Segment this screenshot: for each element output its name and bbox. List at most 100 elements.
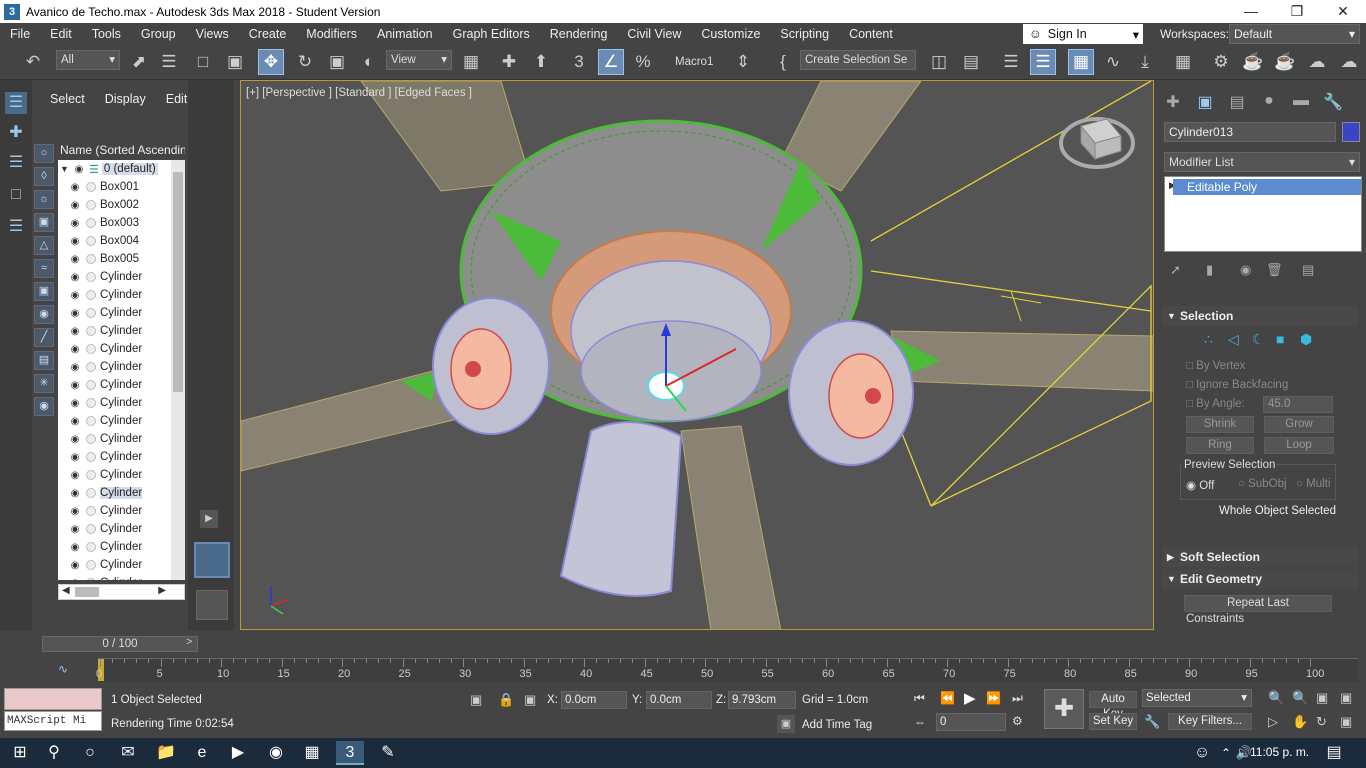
scene-tree-row[interactable]: ◉ Cylinder [58,556,185,574]
menu-views[interactable]: Views [186,23,239,45]
object-render-icon[interactable] [86,200,96,210]
menu-content[interactable]: Content [839,23,903,45]
zoom-extents-all-icon[interactable]: ▣ [1340,690,1352,706]
scene-tree-row[interactable]: ◉ Cylinder [58,268,185,286]
auto-key-button[interactable]: Auto Key [1089,691,1137,720]
modifier-list-dropdown[interactable]: Modifier List ▾ [1164,152,1360,172]
object-render-icon[interactable] [86,560,96,570]
scene-tree-row[interactable]: ◉ Cylinder [58,430,185,448]
rectangular-region-icon[interactable]: □ [190,49,216,75]
cortana-icon[interactable]: ○ [76,741,104,765]
next-key-icon[interactable]: ⏩ [986,691,1001,705]
object-render-icon[interactable] [86,470,96,480]
timeline-track[interactable]: 0 5 10 15 20 25 30 35 40 45 50 55 60 65 70 75 80 85 90 95 10… [96,658,1358,682]
select-manipulate-icon[interactable]: ✚ [496,49,522,75]
object-render-icon[interactable] [86,362,96,372]
loop-button[interactable]: Loop [1264,437,1334,454]
eye-icon[interactable]: ◉ [68,434,82,445]
particles-filter-icon[interactable]: ✳ [34,374,54,393]
groups-filter-icon[interactable]: ▣ [34,282,54,301]
play-icon[interactable]: ▶ [964,689,976,707]
scene-explorer-icon[interactable]: ☰ [5,92,27,114]
x-coordinate-field[interactable]: 0.0cm [561,691,627,709]
eye-icon[interactable]: ◉ [68,470,82,481]
object-render-icon[interactable] [86,542,96,552]
scene-tree-row[interactable]: ◉ Cylinder [58,466,185,484]
move-icon[interactable]: ✥ [258,49,284,75]
object-color-swatch[interactable] [1342,122,1360,142]
named-selection-dropdown[interactable]: Create Selection Se [800,50,916,70]
element-mode-icon[interactable]: ⬢ [1300,331,1312,348]
clock[interactable]: 11:05 p. m. [1250,745,1309,759]
object-render-icon[interactable] [86,380,96,390]
viewport-layout-tab-2[interactable] [196,590,228,620]
set-keys-big-button[interactable]: ✚ [1044,689,1084,729]
eye-icon[interactable]: ◉ [68,254,82,265]
select-object-icon[interactable]: ⬈ [126,49,152,75]
object-render-icon[interactable] [86,218,96,228]
edit-named-selection-icon[interactable]: { [770,49,796,75]
workspaces-dropdown[interactable]: Default ▾ [1229,24,1360,44]
tab-select[interactable]: Select [50,92,85,106]
menu-tools[interactable]: Tools [82,23,131,45]
preview-subobj-radio[interactable]: ○ SubObj [1238,478,1287,490]
spacewarps-filter-icon[interactable]: ≈ [34,259,54,278]
menu-civil-view[interactable]: Civil View [617,23,691,45]
scene-tree-row[interactable]: ◉ Cylinder [58,340,185,358]
selection-filter-dropdown[interactable]: All ▾ [56,50,120,70]
geometry-filter-icon[interactable]: ○ [34,144,54,163]
make-unique-icon[interactable]: ◉ [1240,262,1251,278]
goto-start-icon[interactable]: ⏮ [914,691,925,706]
layer-row[interactable]: ▼ ◉ ☰ 0 (default) [58,160,185,178]
zoom-extents-icon[interactable]: ▣ [1316,690,1328,706]
eye-icon[interactable]: ◉ [72,164,86,175]
shapes-filter-icon[interactable]: ◊ [34,167,54,186]
angle-value-field[interactable]: 45.0 [1263,396,1333,413]
object-render-icon[interactable] [86,344,96,354]
zoom-all-icon[interactable]: 🔍 [1292,690,1308,706]
scene-tree-row[interactable]: ◉ Cylinder [58,520,185,538]
store-icon[interactable]: ▦ [298,741,326,765]
maxscript-mini-listener[interactable]: MAXScript Mi [4,711,102,731]
eye-icon[interactable]: ◉ [68,416,82,427]
snaps-toggle-icon[interactable]: 3 [566,49,592,75]
reference-coordinate-dropdown[interactable]: View ▾ [386,50,452,70]
scene-tree-row[interactable]: ◉ Cylinder [58,304,185,322]
time-slider[interactable]: 0 / 100 [42,636,198,652]
tab-edit[interactable]: Edit [166,92,188,106]
curve-editor-toggle-icon[interactable]: ∿ [58,662,68,676]
object-render-icon[interactable] [86,416,96,426]
eye-icon[interactable]: ◉ [68,182,82,193]
tree-scrollbar[interactable] [171,160,185,580]
configure-sets-icon[interactable]: ▤ [1302,262,1314,278]
eye-icon[interactable]: ◉ [68,362,82,373]
new-layer-icon[interactable]: □ [5,184,27,206]
eye-icon[interactable]: ◉ [68,308,82,319]
cameras-filter-icon[interactable]: ▣ [34,213,54,232]
object-render-icon[interactable] [86,506,96,516]
maximize-viewport-icon[interactable]: ▣ [1340,714,1352,730]
menu-create[interactable]: Create [239,23,297,45]
scale-icon[interactable]: ▣ [324,49,350,75]
viewport-layout-tab-1[interactable] [194,542,230,578]
object-render-icon[interactable] [86,524,96,534]
scene-tree-row[interactable]: ◉ Box001 [58,178,185,196]
border-mode-icon[interactable]: ☾ [1252,331,1265,348]
file-explorer-icon[interactable]: 📁 [152,741,180,765]
mirror-icon[interactable]: ◫ [926,49,952,75]
edge-browser-icon[interactable]: e [188,741,216,765]
next-frame-icon[interactable]: > [186,636,192,648]
search-icon[interactable]: ⚲ [40,741,68,765]
selection-lock-icon[interactable]: 🔒 [498,692,514,708]
time-tag-icon[interactable]: ▣ [777,715,795,733]
scene-tree-row[interactable]: ◉ Box004 [58,232,185,250]
preview-off-radio[interactable]: ◉ Off [1186,478,1214,492]
key-mode-icon[interactable]: ⇔ [914,715,926,729]
zoom-icon[interactable]: 🔍 [1268,690,1284,706]
menu-modifiers[interactable]: Modifiers [296,23,367,45]
add-layer-icon[interactable]: ✚ [5,122,27,144]
eye-icon[interactable]: ◉ [68,506,82,517]
current-frame-field[interactable]: 0 [936,713,1006,731]
scene-tree-row[interactable]: ◉ Cylinder [58,502,185,520]
isolate-selection-icon[interactable]: ▣ [470,692,482,708]
